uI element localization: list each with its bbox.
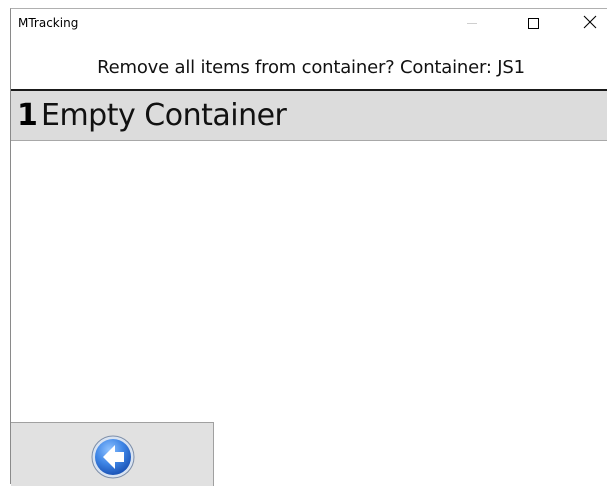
close-icon <box>583 15 597 29</box>
prompt-header: Remove all items from container? Contain… <box>11 39 607 91</box>
minimize-button[interactable] <box>451 9 497 39</box>
window-title: MTracking <box>18 16 79 30</box>
maximize-icon <box>528 18 539 29</box>
minimize-icon <box>467 23 477 24</box>
back-button[interactable] <box>11 422 214 486</box>
maximize-button[interactable] <box>511 9 557 39</box>
close-button[interactable] <box>565 9 607 39</box>
menu-item-number: 1 <box>17 98 38 133</box>
back-arrow-icon <box>91 435 135 479</box>
menu-item-empty-container[interactable]: 1 Empty Container <box>11 91 607 141</box>
confirmation-prompt: Remove all items from container? Contain… <box>97 57 525 78</box>
menu-item-label: Empty Container <box>41 98 287 133</box>
title-bar[interactable]: MTracking <box>11 9 607 39</box>
app-window: MTracking Remove all items from containe… <box>10 8 607 486</box>
